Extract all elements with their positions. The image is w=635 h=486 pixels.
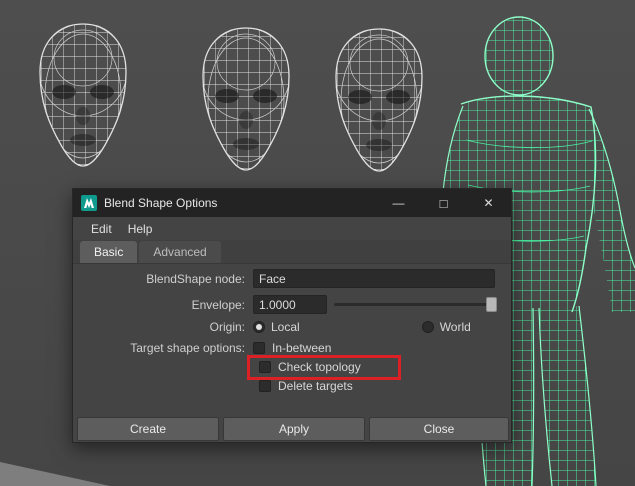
ground-plane-corner: [0, 462, 110, 486]
menu-edit[interactable]: Edit: [83, 220, 120, 238]
menu-bar: Edit Help: [73, 217, 511, 240]
radio-origin-world[interactable]: [421, 321, 434, 333]
wireframe-head-2[interactable]: [193, 24, 299, 172]
envelope-slider-handle[interactable]: [486, 297, 497, 312]
close-icon[interactable]: ✕: [466, 189, 511, 217]
close-button[interactable]: Close: [369, 417, 509, 441]
tab-bar: Basic Advanced: [73, 240, 511, 264]
checkbox-delete-targets[interactable]: [259, 380, 271, 392]
tab-advanced[interactable]: Advanced: [139, 241, 221, 263]
origin-row: Origin: Local World: [73, 320, 511, 334]
radio-origin-local[interactable]: [253, 321, 265, 333]
window-title: Blend Shape Options: [104, 196, 218, 210]
wireframe-head-3[interactable]: [326, 25, 432, 173]
in-between-row: Target shape options: In-between: [73, 341, 511, 355]
checkbox-in-between-label: In-between: [272, 341, 332, 355]
envelope-value-input[interactable]: [253, 295, 327, 314]
tab-basic[interactable]: Basic: [80, 241, 138, 263]
blendshape-node-label: BlendShape node:: [146, 271, 245, 286]
delete-targets-row: Delete targets: [73, 379, 511, 393]
envelope-slider-track[interactable]: [334, 303, 496, 306]
check-topology-row: Check topology: [73, 360, 511, 374]
blend-shape-options-window: Blend Shape Options — □ ✕ Edit Help Basi…: [72, 188, 512, 443]
envelope-slider[interactable]: [334, 295, 504, 314]
envelope-label: Envelope:: [191, 297, 245, 312]
origin-label: Origin:: [209, 320, 245, 334]
blendshape-node-input[interactable]: [253, 269, 495, 288]
menu-help[interactable]: Help: [120, 220, 161, 238]
window-titlebar[interactable]: Blend Shape Options — □ ✕: [73, 189, 511, 217]
maya-logo-icon: [81, 195, 97, 211]
checkbox-check-topology-label: Check topology: [278, 360, 361, 374]
options-form: BlendShape node: Envelope: Origin: Local…: [73, 264, 511, 414]
envelope-row: Envelope:: [73, 295, 511, 314]
wireframe-head-1[interactable]: [30, 20, 136, 168]
blendshape-node-row: BlendShape node:: [73, 269, 511, 288]
radio-origin-local-label: Local: [271, 320, 300, 334]
target-shape-options-label: Target shape options:: [130, 341, 245, 355]
maximize-icon[interactable]: □: [421, 189, 466, 217]
create-button[interactable]: Create: [77, 417, 219, 441]
maya-viewport-screen: Blend Shape Options — □ ✕ Edit Help Basi…: [0, 0, 635, 486]
checkbox-in-between[interactable]: [253, 342, 265, 354]
radio-origin-world-label: World: [439, 320, 471, 334]
checkbox-check-topology[interactable]: [259, 361, 271, 373]
checkbox-delete-targets-label: Delete targets: [278, 379, 353, 393]
apply-button[interactable]: Apply: [223, 417, 365, 441]
minimize-icon[interactable]: —: [376, 189, 421, 217]
